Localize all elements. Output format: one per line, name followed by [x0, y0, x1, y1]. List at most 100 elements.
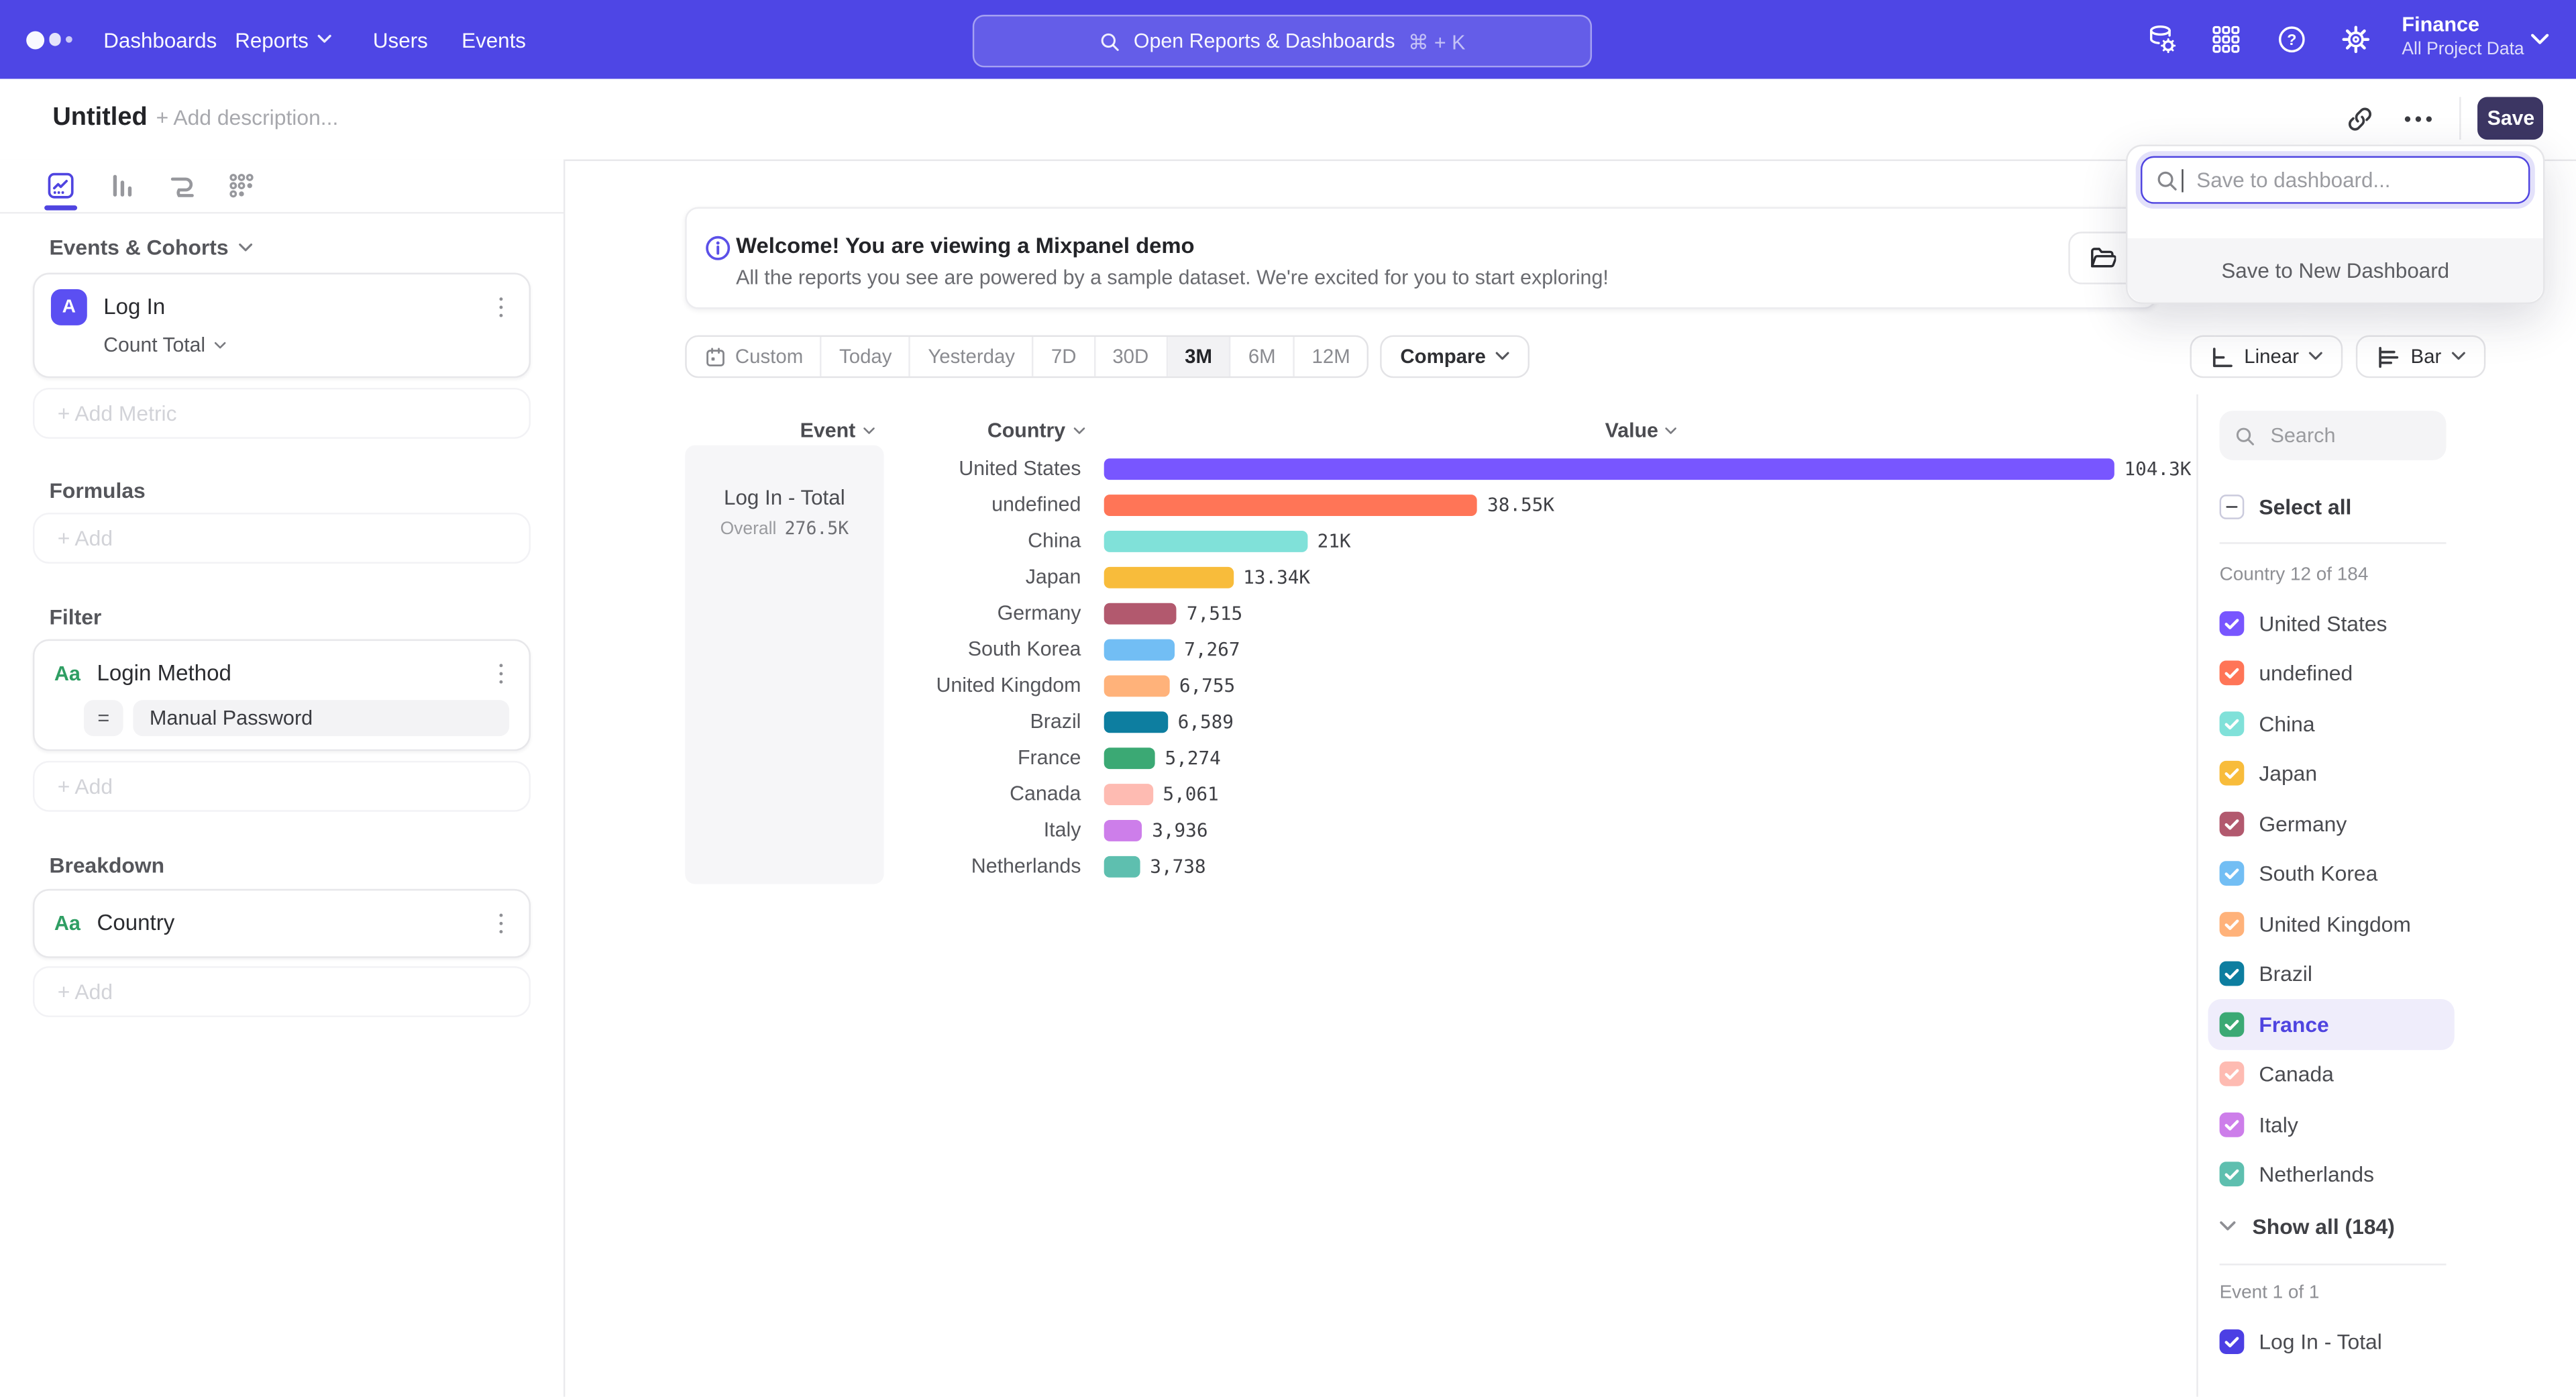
- metric-card-log-in[interactable]: A Log In Count Total: [33, 273, 531, 378]
- country-filter-undefined[interactable]: undefined: [2208, 648, 2454, 698]
- add-description-field[interactable]: + Add description...: [156, 79, 339, 158]
- bar-japan[interactable]: [1104, 566, 1234, 588]
- bar-china[interactable]: [1104, 530, 1307, 552]
- save-dashboard-search-field[interactable]: [2141, 156, 2530, 204]
- nav-reports[interactable]: Reports: [235, 0, 331, 79]
- bar-brazil[interactable]: [1104, 711, 1168, 732]
- checked-checkbox-icon[interactable]: [2220, 1162, 2245, 1187]
- help-icon[interactable]: ?: [2275, 23, 2308, 56]
- scale-dropdown[interactable]: Linear: [2190, 335, 2343, 378]
- filter-value-field[interactable]: Manual Password: [133, 700, 509, 736]
- legend-search-field[interactable]: [2220, 411, 2447, 460]
- bar-canada[interactable]: [1104, 783, 1153, 805]
- global-search-button[interactable]: Open Reports & Dashboards ⌘ + K: [973, 15, 1592, 67]
- filter-card-login-method[interactable]: Aa Login Method = Manual Password: [33, 639, 531, 752]
- breakdown-options-icon[interactable]: [490, 905, 513, 941]
- checked-checkbox-icon[interactable]: [2220, 862, 2245, 886]
- checked-checkbox-icon[interactable]: [2220, 1112, 2245, 1137]
- country-filter-united-kingdom[interactable]: United Kingdom: [2208, 899, 2454, 949]
- bar-south-korea[interactable]: [1104, 638, 1175, 660]
- data-management-icon[interactable]: [2145, 23, 2178, 56]
- bar-france[interactable]: [1104, 747, 1155, 768]
- column-header-value[interactable]: Value: [1605, 419, 1678, 442]
- tab-flows[interactable]: [168, 171, 197, 201]
- country-filter-united-states[interactable]: United States: [2208, 598, 2454, 648]
- date-range-6m[interactable]: 6M: [1231, 337, 1295, 376]
- tab-insights[interactable]: [46, 171, 76, 201]
- show-all-toggle[interactable]: Show all (184): [2220, 1204, 2395, 1247]
- nav-users[interactable]: Users: [373, 0, 428, 79]
- checked-checkbox-icon[interactable]: [2220, 912, 2245, 937]
- add-breakdown-button[interactable]: + Add: [33, 966, 531, 1017]
- country-filter-china[interactable]: China: [2208, 698, 2454, 749]
- filter-options-icon[interactable]: [490, 656, 513, 692]
- indeterminate-checkbox-icon[interactable]: [2220, 494, 2245, 519]
- settings-gear-icon[interactable]: [2339, 23, 2372, 56]
- add-formula-button[interactable]: + Add: [33, 513, 531, 564]
- breakdown-property-name[interactable]: Country: [97, 907, 174, 940]
- country-filter-italy[interactable]: Italy: [2208, 1099, 2454, 1149]
- add-filter-button[interactable]: + Add: [33, 761, 531, 812]
- nav-dashboards[interactable]: Dashboards: [103, 0, 217, 79]
- checked-checkbox-icon[interactable]: [2220, 711, 2245, 736]
- metric-letter-badge: A: [51, 289, 87, 325]
- date-range-7d[interactable]: 7D: [1034, 337, 1095, 376]
- bar-undefined[interactable]: [1104, 494, 1478, 515]
- country-filter-france[interactable]: France: [2208, 999, 2454, 1049]
- metric-event-name[interactable]: Log In: [103, 289, 165, 325]
- apps-grid-icon[interactable]: [2210, 23, 2243, 56]
- checked-checkbox-icon[interactable]: [2220, 1329, 2245, 1353]
- save-button[interactable]: Save: [2477, 97, 2543, 140]
- chevron-down-icon[interactable]: [2530, 33, 2549, 46]
- country-filter-brazil[interactable]: Brazil: [2208, 949, 2454, 999]
- event-legend-item[interactable]: Log In - Total: [2220, 1316, 2382, 1365]
- more-options-icon[interactable]: [2404, 115, 2432, 143]
- chart-type-dropdown[interactable]: Bar: [2357, 335, 2486, 378]
- copy-link-icon[interactable]: [2346, 105, 2374, 134]
- tab-funnels[interactable]: [107, 171, 136, 201]
- column-header-country[interactable]: Country: [987, 419, 1085, 442]
- date-range-12m[interactable]: 12M: [1295, 337, 1368, 376]
- checked-checkbox-icon[interactable]: [2220, 811, 2245, 836]
- breakdown-card-country[interactable]: Aa Country: [33, 889, 531, 958]
- events-cohorts-header[interactable]: Events & Cohorts: [49, 235, 253, 260]
- select-all-checkbox[interactable]: Select all: [2220, 482, 2352, 531]
- checked-checkbox-icon[interactable]: [2220, 1012, 2245, 1037]
- compare-dropdown[interactable]: Compare: [1381, 335, 1530, 378]
- date-range-30d[interactable]: 30D: [1095, 337, 1168, 376]
- checked-checkbox-icon[interactable]: [2220, 661, 2245, 686]
- project-switcher[interactable]: Finance All Project Data: [2402, 13, 2524, 61]
- bar-united-kingdom[interactable]: [1104, 674, 1169, 696]
- date-range-3m[interactable]: 3M: [1167, 337, 1231, 376]
- metric-aggregation-dropdown[interactable]: Count Total: [103, 333, 227, 356]
- checked-checkbox-icon[interactable]: [2220, 962, 2245, 986]
- bar-netherlands[interactable]: [1104, 856, 1140, 877]
- report-title[interactable]: Untitled: [52, 79, 147, 158]
- chart-row-canada: Canada5,061: [887, 776, 2193, 812]
- checked-checkbox-icon[interactable]: [2220, 1062, 2245, 1087]
- legend-search-input[interactable]: [2267, 422, 2430, 448]
- save-dashboard-search-input[interactable]: [2193, 166, 2504, 194]
- checked-checkbox-icon[interactable]: [2220, 611, 2245, 635]
- country-filter-south-korea[interactable]: South Korea: [2208, 849, 2454, 899]
- country-filter-japan[interactable]: Japan: [2208, 749, 2454, 799]
- save-to-new-dashboard-option[interactable]: Save to New Dashboard: [2127, 238, 2543, 303]
- bar-germany[interactable]: [1104, 603, 1177, 624]
- country-filter-netherlands[interactable]: Netherlands: [2208, 1149, 2454, 1200]
- checked-checkbox-icon[interactable]: [2220, 761, 2245, 786]
- nav-events[interactable]: Events: [462, 0, 526, 79]
- metric-options-icon[interactable]: [490, 289, 513, 325]
- column-header-event[interactable]: Event: [800, 419, 875, 442]
- date-range-custom[interactable]: Custom: [687, 337, 822, 376]
- bar-united-states[interactable]: [1104, 458, 2114, 479]
- date-range-today[interactable]: Today: [822, 337, 910, 376]
- date-range-yesterday[interactable]: Yesterday: [911, 337, 1034, 376]
- filter-operator-dropdown[interactable]: =: [84, 700, 123, 736]
- country-filter-germany[interactable]: Germany: [2208, 798, 2454, 849]
- mixpanel-logo-icon[interactable]: [26, 0, 71, 79]
- tab-retention[interactable]: [227, 171, 256, 201]
- add-metric-button[interactable]: + Add Metric: [33, 388, 531, 439]
- bar-italy[interactable]: [1104, 819, 1142, 841]
- country-filter-canada[interactable]: Canada: [2208, 1049, 2454, 1100]
- filter-property-name[interactable]: Login Method: [97, 658, 231, 690]
